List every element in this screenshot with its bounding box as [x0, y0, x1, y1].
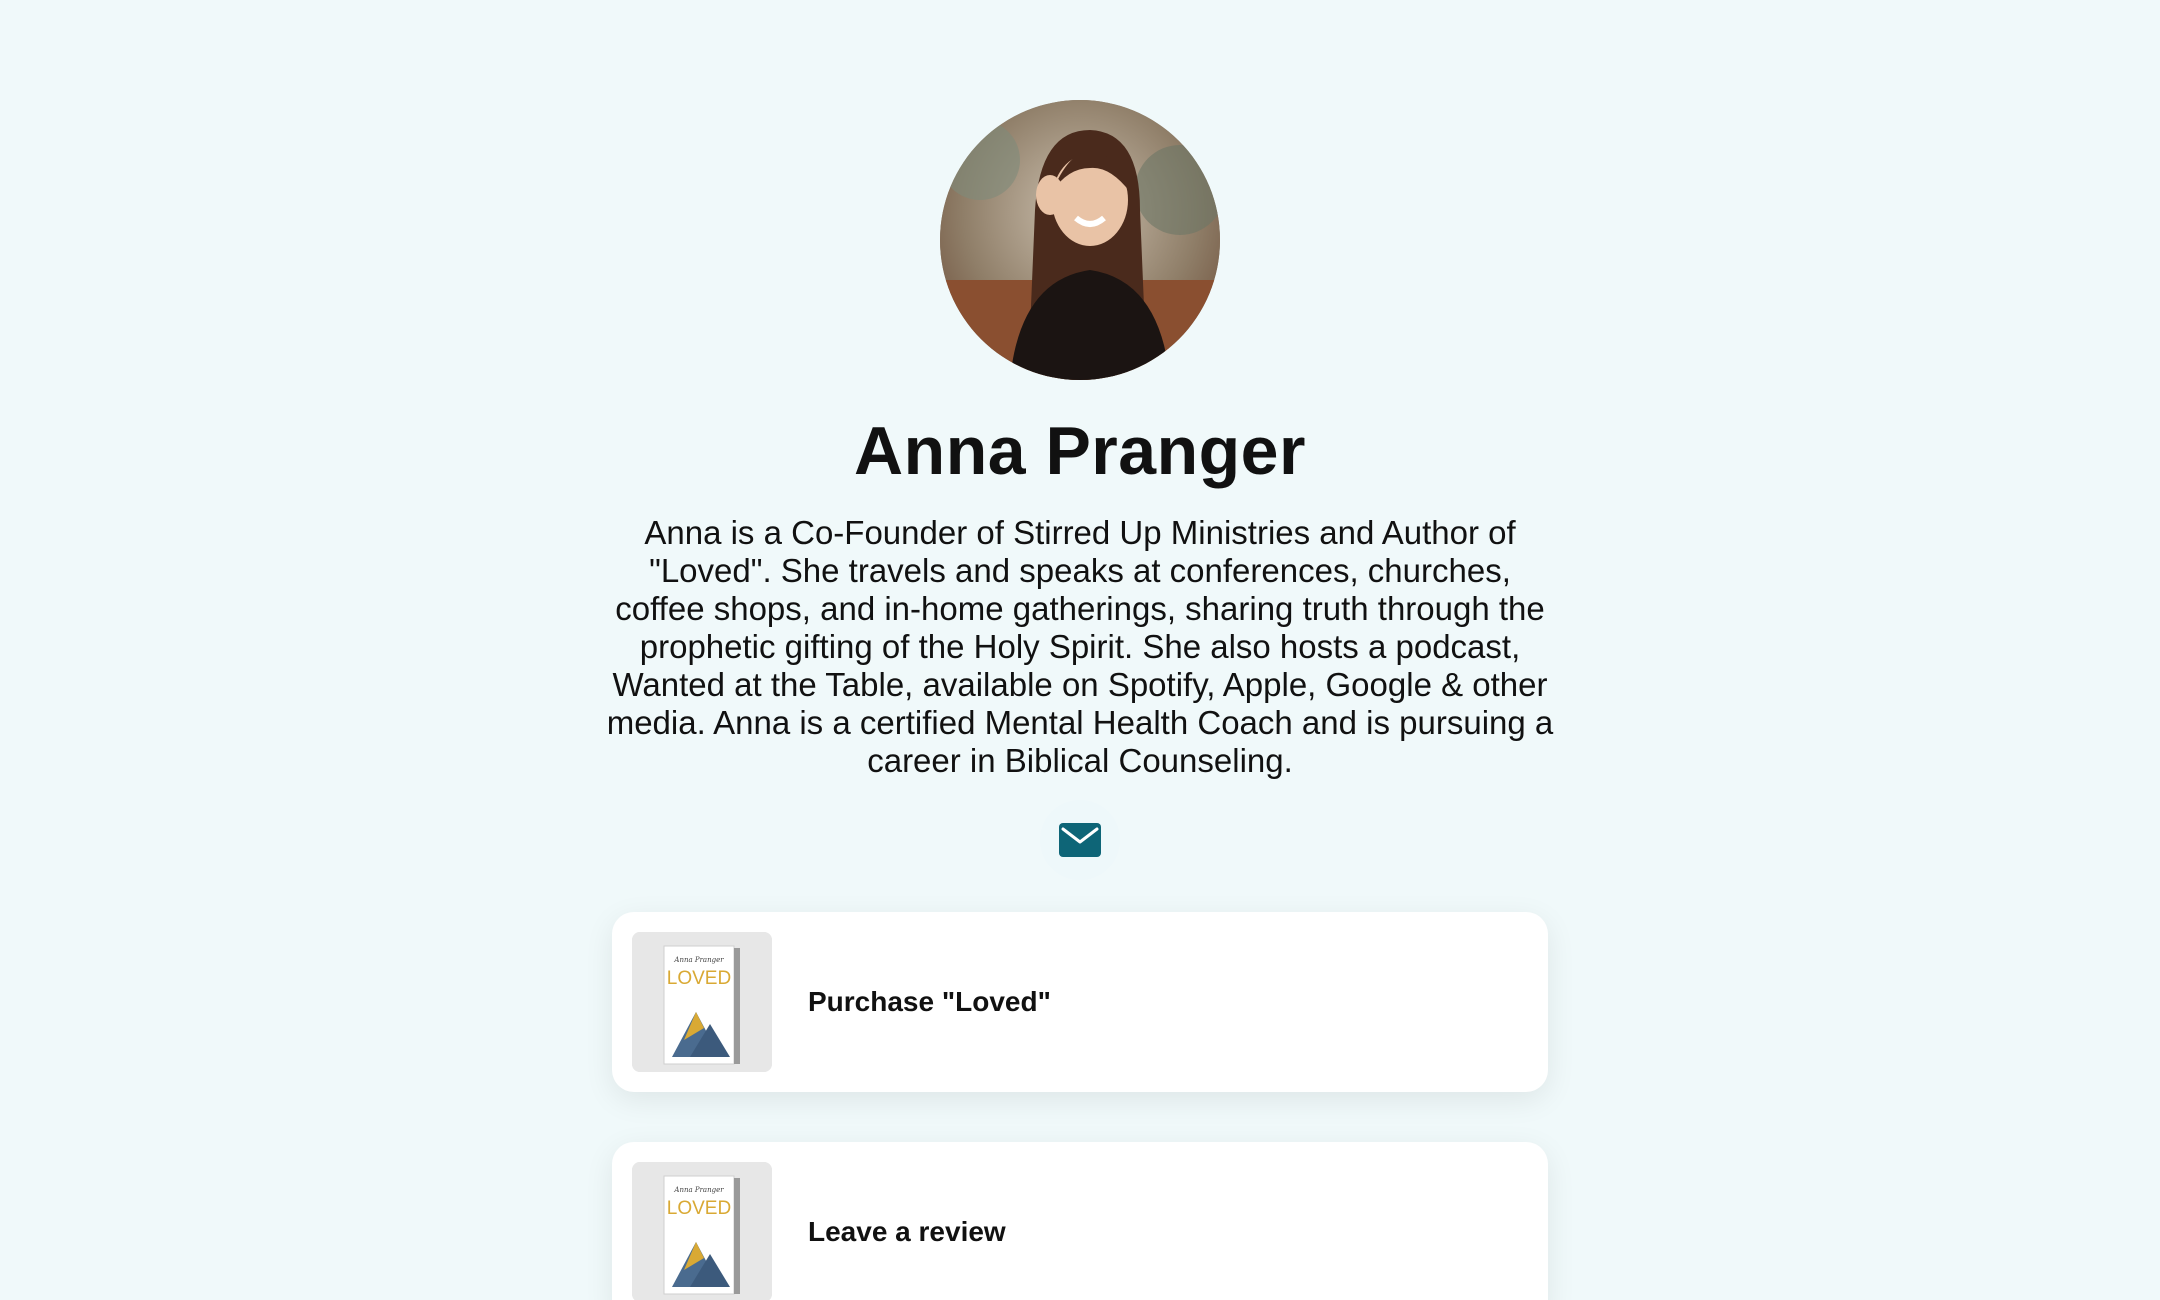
book-title-text: LOVED [667, 1198, 731, 1219]
book-cover-thumbnail: Anna Pranger LOVED [632, 1162, 772, 1300]
email-button[interactable] [1040, 800, 1120, 880]
book-author-text: Anna Pranger [673, 956, 724, 964]
link-label: Leave a review [808, 1216, 1006, 1247]
avatar [940, 100, 1220, 380]
profile-name: Anna Pranger [854, 413, 1306, 489]
profile-page: Anna Pranger Anna is a Co-Founder of Sti… [0, 0, 2160, 1300]
book-author-text: Anna Pranger [673, 1186, 724, 1194]
book-cover-thumbnail: Anna Pranger LOVED [632, 932, 772, 1072]
envelope-icon [1059, 823, 1101, 857]
link-card-leave-review[interactable]: Anna Pranger LOVED Leave a review [612, 1142, 1548, 1300]
link-label: Purchase "Loved" [808, 986, 1051, 1017]
profile-bio: Anna is a Co-Founder of Stirred Up Minis… [606, 514, 1554, 779]
link-card-purchase-loved[interactable]: Anna Pranger LOVED Purchase "Loved" [612, 912, 1548, 1092]
profile-photo [940, 100, 1220, 380]
book-title-text: LOVED [667, 968, 731, 989]
